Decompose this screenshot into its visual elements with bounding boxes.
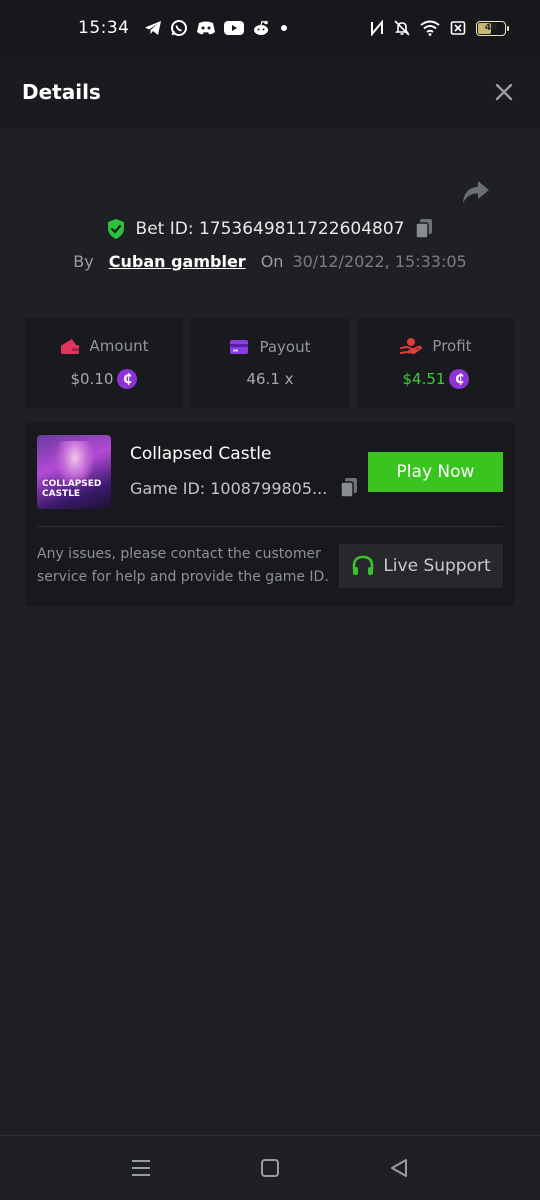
headset-icon	[353, 555, 374, 575]
amount-value-row: $0.10 ₵	[71, 369, 138, 389]
reddit-icon	[253, 20, 268, 35]
game-id: Game ID: 1008799805...	[130, 478, 328, 498]
whatsapp-icon	[170, 20, 187, 36]
status-app-icons	[144, 19, 290, 37]
coin-icon: ₵	[449, 369, 470, 389]
bet-id: Bet ID: 1753649811722604807	[135, 219, 405, 239]
share-button[interactable]	[460, 178, 492, 206]
battery-level: 46	[484, 23, 498, 33]
stat-profit: Profit $4.51 ₵	[357, 318, 515, 408]
payout-value-row: 46.1 x	[246, 370, 293, 388]
profit-value: $4.51	[402, 370, 446, 388]
stat-profit-head: Profit	[400, 337, 472, 355]
game-name: Collapsed Castle	[130, 444, 272, 464]
dot-icon	[280, 25, 287, 31]
share-icon	[463, 181, 489, 203]
shield-check-icon	[107, 219, 124, 239]
stat-amount-head: Amount	[60, 337, 149, 355]
game-id-row: Game ID: 1008799805...	[130, 477, 359, 499]
bet-id-row: Bet ID: 1753649811722604807	[0, 214, 540, 244]
close-icon	[495, 83, 513, 101]
game-thumbnail-title: COLLAPSED CASTLE	[42, 479, 102, 499]
stat-amount: Amount $0.10 ₵	[25, 318, 183, 408]
discord-icon	[196, 21, 215, 35]
status-bar: 15:34 46	[0, 0, 540, 56]
bet-datetime: 30/12/2022, 15:33:05	[292, 251, 467, 271]
live-support-button[interactable]: Live Support	[339, 544, 503, 588]
nfc-icon	[371, 20, 383, 36]
profit-hand-icon	[400, 338, 423, 355]
copy-bet-id-icon[interactable]	[414, 218, 434, 240]
bell-off-icon	[394, 20, 410, 36]
telegram-icon	[144, 21, 161, 35]
battery-indicator: 46	[476, 20, 509, 36]
copy-game-id-icon[interactable]	[339, 477, 359, 499]
page-title: Details	[22, 80, 101, 104]
live-support-label: Live Support	[383, 556, 491, 576]
amount-label: Amount	[89, 337, 149, 355]
nav-back-button[interactable]	[386, 1156, 412, 1180]
on-label: On	[260, 251, 284, 271]
profit-value-row: $4.51 ₵	[403, 369, 470, 389]
youtube-icon	[223, 21, 244, 35]
status-system-icons: 46	[370, 20, 509, 36]
wifi-icon	[420, 20, 440, 36]
bet-author-row: By Cuban gambler On 30/12/2022, 15:33:05	[0, 248, 540, 274]
menu-icon	[132, 1160, 150, 1176]
nav-menu-button[interactable]	[128, 1156, 154, 1180]
home-square-icon	[261, 1159, 279, 1177]
back-triangle-icon	[391, 1159, 407, 1177]
details-header: Details	[0, 56, 540, 128]
bet-stats: Amount $0.10 ₵ Payout 46.1 x Profit $4.5…	[25, 318, 515, 408]
nav-home-button[interactable]	[257, 1156, 283, 1180]
divider	[37, 526, 503, 527]
game-thumbnail[interactable]: COLLAPSED CASTLE	[37, 435, 111, 509]
payout-value: 46.1 x	[246, 370, 294, 388]
amount-value: $0.10	[70, 370, 114, 388]
amount-icon	[60, 339, 79, 354]
sim-off-icon	[450, 21, 466, 35]
profit-label: Profit	[432, 337, 472, 355]
support-help-text: Any issues, please contact the customer …	[37, 546, 329, 585]
game-card: COLLAPSED CASTLE Collapsed Castle Game I…	[25, 423, 515, 606]
stat-payout-head: Payout	[229, 338, 311, 356]
by-label: By	[73, 251, 94, 271]
username-link[interactable]: Cuban gambler	[109, 252, 246, 271]
payout-card-icon	[230, 340, 249, 354]
status-time: 15:34	[78, 18, 130, 38]
coin-icon: ₵	[117, 369, 138, 389]
system-nav-bar	[0, 1135, 540, 1200]
stat-payout: Payout 46.1 x	[191, 318, 349, 408]
close-button[interactable]	[492, 80, 516, 104]
play-now-button[interactable]: Play Now	[368, 452, 503, 492]
payout-label: Payout	[259, 338, 311, 356]
